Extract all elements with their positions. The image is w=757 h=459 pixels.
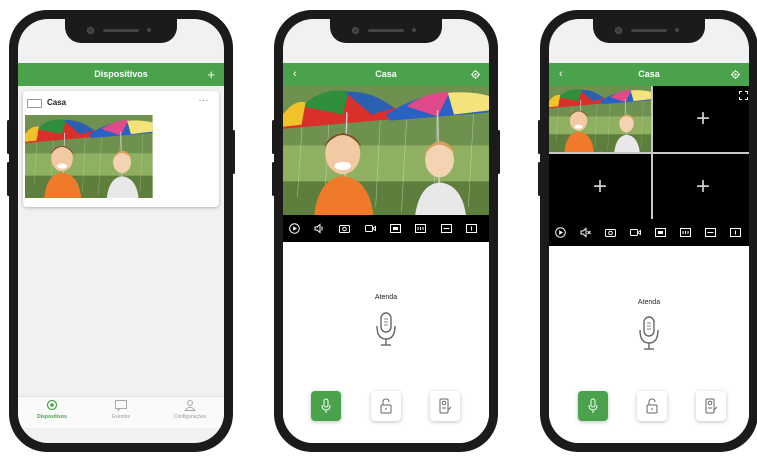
unlock-icon <box>380 398 392 414</box>
back-icon[interactable]: ‹ <box>559 63 563 86</box>
phone-side-button <box>497 130 500 174</box>
camera-icon <box>46 400 58 411</box>
snapshot-icon[interactable] <box>605 227 616 238</box>
sd-icon[interactable] <box>390 223 401 234</box>
phone-side-button <box>7 120 10 154</box>
unlock-icon <box>646 398 658 414</box>
gear-icon[interactable] <box>731 70 740 79</box>
phone-side-button <box>7 162 10 196</box>
camera-cell[interactable] <box>549 86 651 152</box>
answer-label: Atenda <box>637 299 661 306</box>
action-bar <box>283 388 489 428</box>
user-icon <box>184 400 196 411</box>
record-icon[interactable] <box>630 227 641 238</box>
camera-cell-empty[interactable]: + <box>653 86 749 152</box>
notch <box>593 19 705 43</box>
hd-icon[interactable] <box>415 223 426 234</box>
add-icon[interactable]: + <box>207 63 215 86</box>
unlock-button[interactable] <box>371 391 401 421</box>
answer-label: Atenda <box>374 294 398 301</box>
camera-thumbnail[interactable] <box>25 115 153 198</box>
mic-icon <box>321 398 331 413</box>
device-name: Casa <box>47 98 67 107</box>
phone-side-button <box>232 130 235 174</box>
speaker-icon[interactable] <box>314 223 325 234</box>
notch <box>65 19 177 43</box>
snapshot-icon[interactable] <box>339 223 350 234</box>
video-control-bar <box>283 215 489 242</box>
camera-cell-empty[interactable]: + <box>549 154 651 219</box>
fit-icon[interactable] <box>441 223 452 234</box>
camera-grid: + + + <box>549 86 749 219</box>
camera-cell-empty[interactable]: + <box>653 154 749 219</box>
add-camera-icon: + <box>592 172 608 200</box>
header-bar: ‹ Casa <box>283 63 489 86</box>
phone-live-view: ‹ Casa Atenda <box>272 10 500 452</box>
header-bar: Dispositivos + <box>18 63 224 86</box>
record-icon[interactable] <box>365 223 376 234</box>
doorbell-button[interactable] <box>696 391 726 421</box>
nav-item-eventos[interactable]: Eventos <box>91 400 151 420</box>
dvr-icon <box>27 99 42 108</box>
phone-side-button <box>538 120 541 154</box>
notch <box>330 19 442 43</box>
phone-side-button <box>272 120 275 154</box>
mic-icon <box>588 398 598 413</box>
play-icon[interactable] <box>289 223 300 234</box>
hd-icon[interactable] <box>680 227 691 238</box>
mic-icon <box>374 312 398 348</box>
action-bar <box>549 388 749 428</box>
phone-device-list: Dispositivos + Casa ··· Dispositivos Eve… <box>7 10 235 452</box>
page-title: Casa <box>375 69 397 79</box>
doorbell-button[interactable] <box>430 391 460 421</box>
back-icon[interactable]: ‹ <box>293 63 297 86</box>
mic-icon <box>637 316 661 352</box>
bottom-nav: Dispositivos Eventos Configurações <box>18 396 224 428</box>
message-icon <box>115 400 127 411</box>
nav-item-configuracoes[interactable]: Configurações <box>160 400 220 420</box>
live-video[interactable] <box>283 86 489 215</box>
gear-icon[interactable] <box>471 70 480 79</box>
screen: ‹ Casa + + + Atenda <box>549 19 749 443</box>
page-title: Dispositivos <box>94 69 148 79</box>
phone-side-button <box>538 162 541 196</box>
header-bar: ‹ Casa <box>549 63 749 86</box>
answer-panel: Atenda <box>283 242 489 443</box>
phone-multi-view: ‹ Casa + + + Atenda <box>538 10 757 452</box>
fullscreen-icon[interactable] <box>466 223 477 234</box>
sd-icon[interactable] <box>655 227 666 238</box>
mute-icon[interactable] <box>580 227 591 238</box>
talk-button[interactable] <box>311 391 341 421</box>
doorbell-icon <box>439 398 452 414</box>
expand-icon[interactable] <box>739 91 748 100</box>
nav-item-dispositivos[interactable]: Dispositivos <box>22 400 82 420</box>
screen: Dispositivos + Casa ··· Dispositivos Eve… <box>18 19 224 443</box>
more-icon[interactable]: ··· <box>199 95 210 105</box>
phone-side-button <box>272 162 275 196</box>
doorbell-icon <box>705 398 718 414</box>
unlock-button[interactable] <box>637 391 667 421</box>
answer-panel: Atenda <box>549 246 749 443</box>
nav-label: Configurações <box>173 414 207 420</box>
nav-label: Eventos <box>111 414 131 420</box>
device-card[interactable]: Casa ··· <box>23 91 219 207</box>
page-title: Casa <box>638 69 660 79</box>
talk-button[interactable] <box>578 391 608 421</box>
add-camera-icon: + <box>695 172 711 200</box>
fullscreen-icon[interactable] <box>730 227 741 238</box>
video-control-bar <box>549 219 749 246</box>
screen: ‹ Casa Atenda <box>283 19 489 443</box>
play-icon[interactable] <box>555 227 566 238</box>
add-camera-icon: + <box>695 105 711 132</box>
fit-icon[interactable] <box>705 227 716 238</box>
nav-label: Dispositivos <box>37 414 67 420</box>
